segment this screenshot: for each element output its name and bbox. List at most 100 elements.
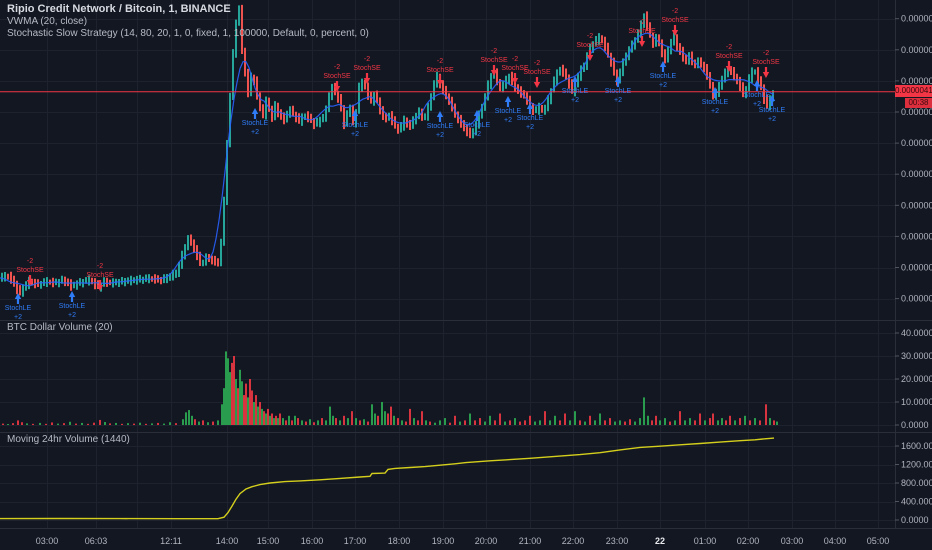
time-axis-label: 02:00	[737, 536, 760, 546]
time-axis-label: 22:00	[562, 536, 585, 546]
volume-bar	[474, 420, 476, 425]
volume-bar	[514, 418, 516, 425]
volume-bar	[444, 418, 446, 425]
stoch-short-entry-marker: -2 StochSE	[752, 50, 780, 78]
volume-bar	[363, 419, 365, 425]
volume-bar	[634, 421, 636, 425]
volume-axis-label: 30.0000	[901, 351, 932, 361]
volume-bar	[231, 362, 233, 425]
volume-bar	[449, 422, 451, 425]
marker-label: StochSE	[661, 17, 689, 24]
price-axis-label: 0.00000340	[901, 200, 932, 210]
volume-bar	[434, 422, 436, 425]
volume-pane-bars[interactable]	[2, 351, 778, 425]
volume-bar	[257, 406, 259, 425]
volume-bar	[309, 419, 311, 425]
volume-bar	[544, 411, 546, 425]
time-axis-label: 23:00	[606, 536, 629, 546]
up-arrow-icon	[68, 291, 76, 297]
marker-label: +2	[251, 129, 259, 136]
up-arrow-icon	[504, 96, 512, 102]
volume-bar	[765, 404, 767, 425]
volume-bar	[655, 415, 657, 425]
stoch-long-entry-marker: StochLE +2	[59, 291, 86, 319]
volume-bar	[409, 408, 411, 425]
ma-volume-pane-line[interactable]	[0, 437, 775, 520]
volume-bar	[151, 423, 153, 425]
volume-bar	[277, 418, 279, 425]
time-axis-label: 06:03	[85, 536, 108, 546]
marker-label: +2	[14, 314, 22, 321]
volume-bar	[133, 423, 135, 425]
price-axis[interactable]: 0.000004600.000004400.000004200.00000400…	[895, 14, 932, 304]
volume-bar	[182, 419, 184, 425]
volume-axis[interactable]: 40.0000 30.0000 20.0000 10.0000 0.0000	[895, 328, 932, 430]
volume-bar	[554, 415, 556, 425]
volume-bar	[93, 422, 95, 425]
moving-24h-volume-line	[0, 437, 775, 520]
marker-label: -2	[364, 56, 370, 63]
marker-label: -2	[639, 19, 645, 26]
volume-bar	[429, 421, 431, 425]
volume-bar	[721, 418, 723, 425]
volume-bar	[589, 415, 591, 425]
volume-bar	[624, 421, 626, 425]
time-axis-label: 14:00	[216, 536, 239, 546]
volume-bar	[524, 420, 526, 425]
marker-label: StochLE	[759, 107, 786, 114]
volume-bar	[699, 413, 701, 425]
marker-label: StochLE	[342, 122, 369, 129]
volume-bar	[99, 419, 101, 425]
volume-bar	[221, 404, 223, 425]
time-axis-label: 04:00	[824, 536, 847, 546]
volume-bar	[259, 402, 261, 425]
volume-bar	[489, 415, 491, 425]
volume-bar	[265, 413, 267, 425]
volume-bar	[75, 423, 77, 425]
marker-label: +2	[711, 108, 719, 115]
volume-bar	[26, 423, 28, 425]
volume-bar	[384, 411, 386, 425]
volume-bar	[202, 420, 204, 425]
volume-bar	[194, 419, 196, 425]
price-axis-label: 0.00000360	[901, 169, 932, 179]
volume-bar	[564, 413, 566, 425]
volume-bar	[229, 372, 231, 425]
volume-bar	[413, 418, 415, 425]
price-axis-label: 0.00000320	[901, 231, 932, 241]
volume-bar	[279, 413, 281, 425]
volume-bar	[237, 388, 239, 425]
volume-bar	[223, 388, 225, 425]
stoch-long-entry-marker: StochLE +2	[342, 110, 369, 138]
volume-bar	[139, 422, 141, 425]
volume-bar	[249, 379, 251, 425]
volume-bar	[339, 420, 341, 425]
volume-axis-label: 40.0000	[901, 328, 932, 338]
price-pane-candles[interactable]	[0, 4, 775, 297]
volume-bar	[7, 424, 9, 425]
volume-bar	[387, 413, 389, 425]
marker-label: -2	[512, 56, 518, 63]
marker-label: -2	[763, 50, 769, 57]
time-axis[interactable]: 03:00 06:03 12:11 14:00 15:00 16:00 17:00 18:00…	[36, 536, 890, 546]
bar-countdown-badge: 00:38	[905, 98, 932, 108]
marker-label: +2	[351, 131, 359, 138]
volume-bar	[679, 411, 681, 425]
volume-bar	[355, 418, 357, 425]
stoch-short-entry-marker: -2 StochSE	[86, 263, 114, 291]
volume-bar	[609, 418, 611, 425]
volume-bar	[282, 418, 284, 425]
up-arrow-icon	[753, 80, 761, 86]
volume-bar	[569, 420, 571, 425]
marker-label: StochLE	[702, 99, 729, 106]
volume-bar	[301, 420, 303, 425]
volume-bar	[317, 420, 319, 425]
chart-canvas[interactable]: StochLE+2StochLE+2StochLE+2StochLE+2Stoc…	[0, 0, 932, 550]
volume-bar	[659, 420, 661, 425]
ma-volume-axis[interactable]: 1600.0000 1200.0000 800.0000 400.0000 0.0000	[895, 441, 932, 525]
volume-bar	[599, 413, 601, 425]
volume-bar	[639, 418, 641, 425]
stoch-long-entry-marker: StochLE +2	[5, 293, 32, 321]
stoch-short-entry-marker: -2 StochSE	[353, 56, 381, 84]
volume-bar	[397, 418, 399, 425]
